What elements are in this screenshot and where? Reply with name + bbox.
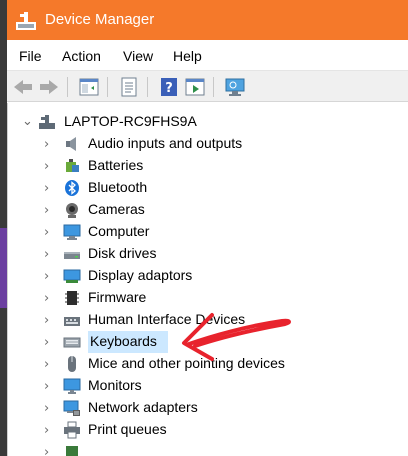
device-manager-window: Device Manager File Action View Help ? ⌄… xyxy=(7,0,408,456)
annotation-arrow xyxy=(182,313,291,361)
background-accent xyxy=(0,228,7,308)
background-desktop xyxy=(0,0,7,456)
